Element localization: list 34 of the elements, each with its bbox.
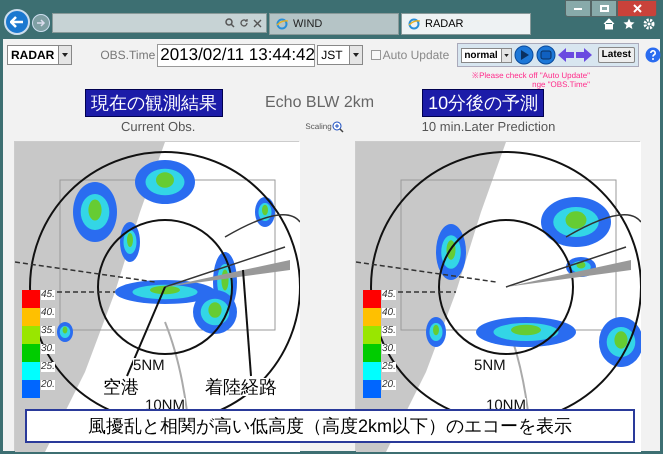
- legend-label: 30.: [382, 344, 396, 354]
- latest-button[interactable]: Latest: [598, 47, 636, 63]
- speed-select[interactable]: normal: [461, 48, 512, 62]
- legend-label: 35.: [41, 326, 55, 336]
- note-text: ※Please check off "Auto Update": [472, 71, 590, 80]
- legend-label: 20.: [41, 380, 55, 390]
- auto-update-label: Auto Update: [382, 47, 450, 64]
- callout-label: 空港: [103, 378, 139, 396]
- echo-title: Echo BLW 2km: [265, 93, 374, 113]
- legend-label: 40.: [41, 308, 55, 318]
- legend-label: 20.: [382, 380, 396, 390]
- range-label: 5NM: [133, 358, 165, 373]
- callout-label: 着陸経路: [205, 378, 277, 396]
- obs-time-field[interactable]: 2013/02/11 13:44:42: [157, 44, 316, 66]
- legend-label: 40.: [382, 308, 396, 318]
- obs-time-label: OBS.Time: [100, 47, 156, 64]
- legend-label: 45.: [382, 290, 396, 300]
- legend-label: 45.: [41, 290, 55, 300]
- legend-label: 30.: [41, 344, 55, 354]
- legend-label: 35.: [382, 326, 396, 336]
- product-select[interactable]: RADAR: [7, 45, 72, 65]
- panel-subtitle: Current Obs.: [121, 118, 196, 136]
- note-text: nge "OBS.Time": [532, 80, 590, 89]
- panel-banner: 10分後の予測: [422, 89, 544, 117]
- panel-subtitle: 10 min.Later Prediction: [422, 118, 556, 136]
- browser-tab[interactable]: WIND: [269, 13, 399, 35]
- caption-box: 風擾乱と相関が高い低高度（高度2km以下）のエコーを表示: [25, 409, 635, 443]
- browser-tab[interactable]: RADAR: [401, 13, 531, 35]
- legend-label: 25.: [382, 362, 396, 372]
- legend-label: 25.: [41, 362, 55, 372]
- scaling-link[interactable]: Scaling: [305, 121, 344, 133]
- range-label: 5NM: [474, 358, 506, 373]
- timezone-select[interactable]: JST: [317, 45, 363, 65]
- panel-banner: 現在の観測結果: [85, 89, 223, 117]
